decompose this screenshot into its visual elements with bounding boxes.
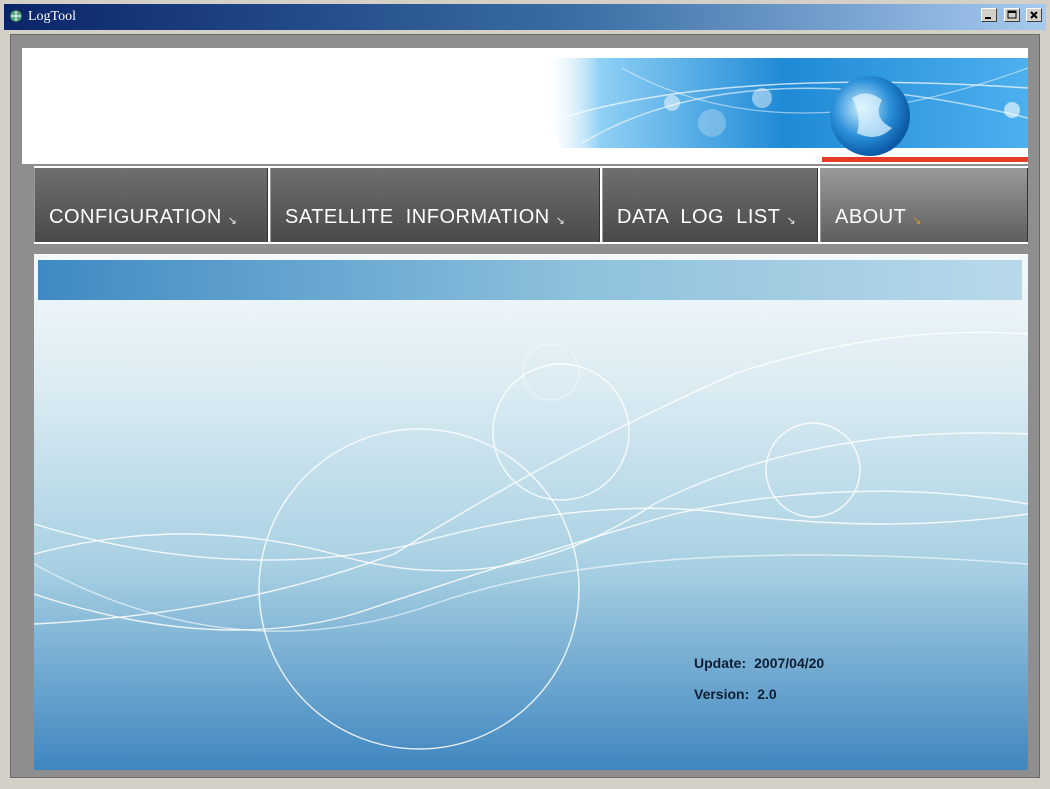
tab-data-log-list[interactable]: DATA LOG LIST ↘ (602, 168, 818, 242)
about-panel: Update: 2007/04/20 Version: 2.0 (34, 254, 1028, 770)
update-label: Update: (694, 655, 747, 671)
minimize-button[interactable] (981, 8, 998, 22)
tab-satellite-information[interactable]: SATELLITE INFORMATION ↘ (270, 168, 600, 242)
main-nav: CONFIGURATION ↘ SATELLITE INFORMATION ↘ DA… (34, 166, 1028, 244)
version-value: 2.0 (757, 686, 777, 702)
version-info: Version: 2.0 (694, 686, 777, 702)
close-icon (1030, 11, 1038, 19)
minimize-icon (985, 17, 992, 19)
app-window: LogTool CONFIGURATION ↘ SATELLITE INFORM… (0, 0, 1050, 789)
banner-graphic (542, 58, 1028, 162)
tab-label: SATELLITE INFORMATION ↘ (285, 206, 566, 228)
maximize-button[interactable] (1003, 8, 1020, 22)
version-label: Version: (694, 686, 750, 702)
title-bar[interactable]: LogTool (4, 4, 1046, 30)
globe-icon (830, 76, 910, 156)
update-value: 2007/04/20 (754, 655, 825, 671)
header-banner (22, 48, 1028, 164)
window-controls (979, 8, 1042, 26)
background-decoration (34, 331, 1028, 750)
tab-configuration[interactable]: CONFIGURATION ↘ (34, 168, 268, 242)
close-button[interactable] (1026, 8, 1042, 22)
arrow-icon: ↘ (786, 215, 797, 227)
arrow-icon: ↘ (912, 215, 923, 227)
arrow-icon: ↘ (555, 215, 566, 227)
arrow-icon: ↘ (227, 215, 238, 227)
tab-label: DATA LOG LIST ↘ (617, 206, 797, 228)
tab-label: CONFIGURATION ↘ (49, 206, 238, 228)
tab-about[interactable]: ABOUT ↘ (820, 168, 1028, 242)
update-info: Update: 2007/04/20 (694, 655, 824, 671)
maximize-icon (1007, 10, 1017, 19)
window-title: LogTool (28, 9, 77, 24)
app-icon (9, 9, 23, 23)
tab-label: ABOUT ↘ (835, 206, 923, 228)
